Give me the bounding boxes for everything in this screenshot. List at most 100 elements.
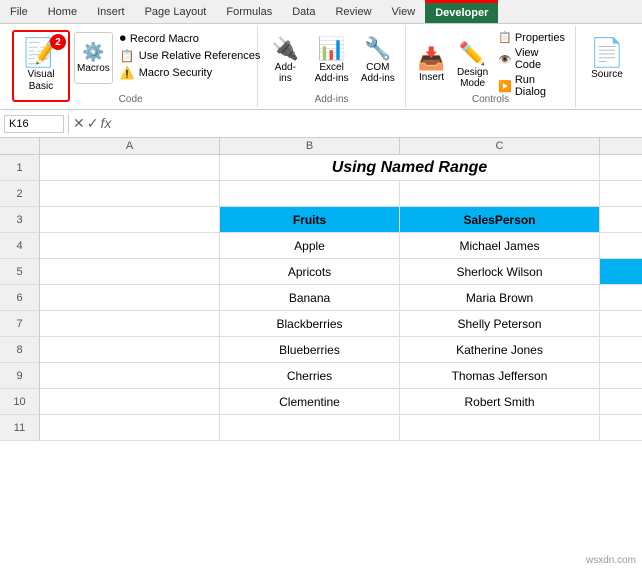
row-num-11[interactable]: 11 [0, 415, 40, 441]
cell-A10[interactable] [40, 389, 220, 415]
formula-icons: ✕ ✓ fx [73, 115, 111, 132]
cell-B4[interactable]: Apple [220, 233, 400, 259]
tab-insert[interactable]: Insert [87, 0, 135, 23]
cell-C2[interactable] [400, 181, 600, 207]
cell-D9[interactable] [600, 363, 642, 389]
row-num-9[interactable]: 9 [0, 363, 40, 389]
cell-A11[interactable] [40, 415, 220, 441]
cell-D10[interactable] [600, 389, 642, 415]
cell-C8[interactable]: Katherine Jones [400, 337, 600, 363]
cell-A8[interactable] [40, 337, 220, 363]
cell-C3-header[interactable]: SalesPerson [400, 207, 600, 233]
view-code-button[interactable]: 👁️ View Code [496, 46, 567, 72]
ribbon-content: 📝 VisualBasic 2 ⚙️ Macros ⏺ Record Macro [0, 24, 642, 109]
row-num-2[interactable]: 2 [0, 181, 40, 207]
insert-function-icon[interactable]: fx [100, 115, 111, 132]
row-num-4[interactable]: 4 [0, 233, 40, 259]
cell-D5-item[interactable]: Item [600, 259, 642, 285]
cell-C6[interactable]: Maria Brown [400, 285, 600, 311]
cell-C11[interactable] [400, 415, 600, 441]
design-mode-button[interactable]: ✏️ Design Mode [455, 41, 490, 89]
cell-B11[interactable] [220, 415, 400, 441]
cell-D6[interactable] [600, 285, 642, 311]
cell-A1[interactable] [40, 155, 220, 181]
source-button[interactable]: 📄 Source [582, 34, 632, 86]
watermark: wsxdn.com [586, 555, 636, 566]
cancel-formula-icon[interactable]: ✕ [73, 115, 85, 132]
grid: Using Named Range Fruits SalesPerson App… [40, 155, 642, 441]
cell-B10[interactable]: Clementine [220, 389, 400, 415]
col-header-b[interactable]: B [220, 138, 400, 154]
tab-page-layout[interactable]: Page Layout [135, 0, 217, 23]
excel-addins-button[interactable]: 📊 ExcelAdd-ins [312, 36, 350, 84]
cell-B8[interactable]: Blueberries [220, 337, 400, 363]
properties-button[interactable]: 📋 Properties [496, 30, 567, 45]
cell-D7[interactable] [600, 311, 642, 337]
cell-D2[interactable] [600, 181, 642, 207]
row-num-3[interactable]: 3 [0, 207, 40, 233]
macros-button[interactable]: ⚙️ Macros [74, 32, 113, 84]
cell-B7[interactable]: Blackberries [220, 311, 400, 337]
excel-addins-icon: 📊 [318, 36, 345, 62]
tab-file[interactable]: File [0, 0, 38, 23]
cell-A9[interactable] [40, 363, 220, 389]
cell-B6[interactable]: Banana [220, 285, 400, 311]
cell-D3[interactable] [600, 207, 642, 233]
ribbon: File Home Insert Page Layout Formulas Da… [0, 0, 642, 110]
cell-A6[interactable] [40, 285, 220, 311]
row-num-7[interactable]: 7 [0, 311, 40, 337]
record-macro-button[interactable]: ⏺ Record Macro [117, 30, 264, 47]
cell-A2[interactable] [40, 181, 220, 207]
cell-C5[interactable]: Sherlock Wilson [400, 259, 600, 285]
formula-input[interactable] [115, 116, 638, 132]
row-num-10[interactable]: 10 [0, 389, 40, 415]
insert-button[interactable]: 📥 Insert [414, 46, 449, 83]
cell-D1[interactable] [600, 155, 642, 181]
row-num-8[interactable]: 8 [0, 337, 40, 363]
macros-label: Macros [77, 63, 110, 74]
cell-B5[interactable]: Apricots [220, 259, 400, 285]
cell-C10[interactable]: Robert Smith [400, 389, 600, 415]
cell-C7[interactable]: Shelly Peterson [400, 311, 600, 337]
tab-view[interactable]: View [382, 0, 426, 23]
tab-developer[interactable]: Developer [425, 0, 498, 23]
badge-number: 2 [50, 34, 66, 50]
ribbon-group-source: 📄 Source [576, 26, 638, 107]
macro-security-button[interactable]: ⚠️ Macro Security [117, 65, 264, 81]
com-addins-icon: 🔧 [364, 36, 391, 62]
tab-review[interactable]: Review [325, 0, 381, 23]
grid-inner: Using Named Range Fruits SalesPerson App… [40, 155, 642, 441]
cell-D4[interactable] [600, 233, 642, 259]
cell-D11[interactable] [600, 415, 642, 441]
cell-C4[interactable]: Michael James [400, 233, 600, 259]
tab-data[interactable]: Data [282, 0, 325, 23]
col-header-a[interactable]: A [40, 138, 220, 154]
cell-A7[interactable] [40, 311, 220, 337]
excel-addins-label: ExcelAdd-ins [315, 62, 349, 84]
security-icon: ⚠️ [120, 66, 135, 80]
cell-reference-input[interactable] [4, 115, 64, 133]
cell-A3[interactable] [40, 207, 220, 233]
col-header-c[interactable]: C [400, 138, 600, 154]
add-ins-button[interactable]: 🔌 Add-ins [266, 36, 304, 84]
macro-security-label: Macro Security [139, 67, 212, 79]
row-numbers: 1 2 3 4 5 6 7 8 9 10 11 [0, 155, 40, 441]
cell-A4[interactable] [40, 233, 220, 259]
cell-C9[interactable]: Thomas Jefferson [400, 363, 600, 389]
row-num-5[interactable]: 5 [0, 259, 40, 285]
col-header-d[interactable]: D [600, 138, 642, 154]
tab-formulas[interactable]: Formulas [216, 0, 282, 23]
row-num-1[interactable]: 1 [0, 155, 40, 181]
relative-references-button[interactable]: 📋 Use Relative References [117, 48, 264, 64]
cell-D8[interactable] [600, 337, 642, 363]
tab-home[interactable]: Home [38, 0, 87, 23]
confirm-formula-icon[interactable]: ✓ [87, 115, 99, 132]
cell-A5[interactable] [40, 259, 220, 285]
corner-cell [0, 138, 40, 154]
cell-B9[interactable]: Cherries [220, 363, 400, 389]
com-addins-button[interactable]: 🔧 COMAdd-ins [359, 36, 397, 84]
cell-B3-header[interactable]: Fruits [220, 207, 400, 233]
cell-B1-title[interactable]: Using Named Range [220, 155, 600, 181]
row-num-6[interactable]: 6 [0, 285, 40, 311]
cell-B2[interactable] [220, 181, 400, 207]
